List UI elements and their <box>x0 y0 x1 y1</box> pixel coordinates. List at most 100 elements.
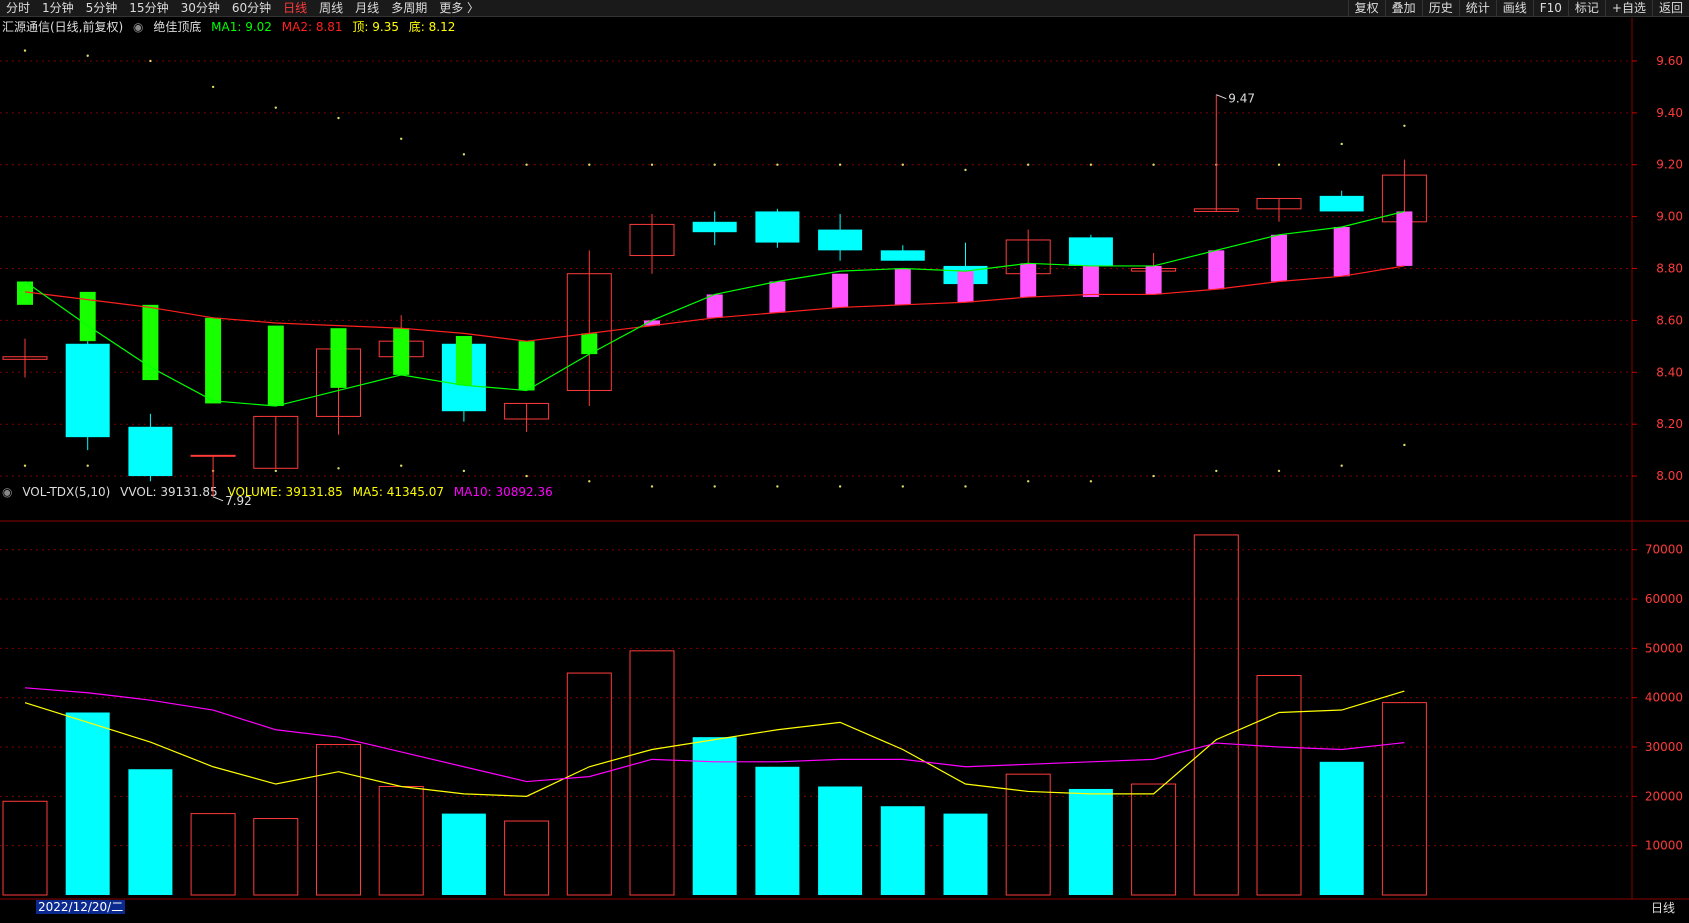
volume-bar-up <box>566 672 612 896</box>
price-tick-label: 8.20 <box>1656 417 1683 431</box>
bottom-dot <box>838 485 842 488</box>
candle-body-down <box>692 221 737 233</box>
price-tick-label: 9.00 <box>1656 210 1683 224</box>
price-tick-label: 9.60 <box>1656 54 1683 68</box>
candle-body-down <box>65 343 110 438</box>
top-dot <box>1152 163 1155 166</box>
bottom-dot <box>964 485 967 488</box>
indicator-bar <box>393 328 410 375</box>
volume-bar-up <box>1193 534 1239 896</box>
high-label: 9.47 <box>1228 92 1255 106</box>
volume-bar-up <box>253 818 299 896</box>
price-tick-label: 9.40 <box>1656 106 1683 120</box>
indicator-bar <box>142 304 159 381</box>
price-tick-label: 8.60 <box>1656 313 1683 327</box>
volume-bar-up <box>629 650 675 896</box>
bottom-dot <box>1277 469 1281 473</box>
volume-bar-down <box>128 769 173 895</box>
volume-tick-label: 40000 <box>1645 691 1683 705</box>
indicator-bar <box>205 317 222 404</box>
candle-body-down <box>880 250 925 261</box>
bottom-dot <box>1215 469 1218 473</box>
top-dot <box>1340 142 1343 146</box>
volume-bar-down <box>65 712 110 895</box>
bottom-dot <box>776 485 779 488</box>
candle-body-down <box>128 426 173 477</box>
top-dot <box>274 106 277 109</box>
bottom-dot <box>525 474 528 478</box>
indicator-bar <box>518 341 535 391</box>
indicator-bar <box>330 328 347 388</box>
candle-body-down <box>1319 195 1364 212</box>
indicator-bar <box>957 271 974 303</box>
price-tick-label: 8.80 <box>1656 262 1683 276</box>
bottom-dot <box>713 485 716 488</box>
volume-bar-down <box>880 806 925 895</box>
volume-bar-up <box>316 744 361 896</box>
volume-bar-down <box>441 813 486 895</box>
top-dot <box>588 163 591 166</box>
top-dot <box>86 54 89 57</box>
price-tick-label: 9.20 <box>1656 158 1683 172</box>
indicator-bar <box>769 281 786 313</box>
volume-bar-up <box>190 813 236 896</box>
candle-body-down <box>755 211 800 243</box>
bottom-dot <box>400 464 403 467</box>
bottom-dot <box>1340 464 1343 467</box>
bottom-dot <box>1403 443 1406 447</box>
top-dot <box>901 163 904 166</box>
period-indicator-button[interactable]: 日线 <box>1651 901 1675 915</box>
volume-tick-label: 60000 <box>1645 592 1683 606</box>
top-dot <box>838 163 842 166</box>
volume-bar-up <box>2 800 48 896</box>
bottom-dot <box>588 480 591 483</box>
bottom-dot <box>650 485 654 488</box>
high-pointer <box>1216 94 1227 100</box>
bottom-dot <box>337 467 340 470</box>
volume-tick-label: 30000 <box>1645 740 1683 754</box>
top-dot <box>337 116 340 120</box>
candle-body-up <box>190 454 236 457</box>
candle-body-down <box>1068 237 1113 266</box>
price-volume-chart[interactable]: 9.60 9.40 9.20 9.00 8.80 8.60 8.40 8.20 8.00 7000… <box>0 0 1689 923</box>
indicator-bar <box>832 273 849 308</box>
top-dot <box>1089 163 1093 166</box>
volume-bar-up <box>1256 675 1302 896</box>
volume-tick-label: 10000 <box>1645 839 1683 853</box>
volume-bar-up <box>378 785 424 896</box>
top-dot <box>211 85 215 89</box>
indicator-bar <box>1271 234 1287 282</box>
top-dot <box>400 137 403 140</box>
indicator-bar <box>1208 250 1225 290</box>
volume-tick-label: 20000 <box>1645 789 1683 803</box>
indicator-bar <box>1333 227 1350 277</box>
volume-bar-down <box>943 813 988 895</box>
cursor-date: 2022/12/20/二 <box>36 900 126 914</box>
price-tick-label: 8.00 <box>1656 469 1683 483</box>
top-dot <box>525 163 528 166</box>
indicator-bar <box>267 325 284 407</box>
bottom-dot <box>1152 474 1155 478</box>
low-pointer <box>212 496 224 502</box>
indicator-bar <box>1396 211 1413 266</box>
bottom-dot <box>86 464 89 467</box>
bottom-dot <box>1027 480 1030 483</box>
indicator-bar <box>706 294 723 318</box>
top-dot <box>776 163 779 166</box>
indicator-bar <box>1020 263 1037 298</box>
top-dot <box>713 163 716 166</box>
top-dot <box>964 168 967 172</box>
volume-bar-up <box>504 820 550 896</box>
top-dot <box>1403 124 1406 128</box>
top-dot <box>1027 163 1030 166</box>
bottom-dot <box>1089 480 1093 483</box>
volume-bar-down <box>755 766 800 895</box>
volume-bar-up <box>1381 702 1427 896</box>
bottom-dot <box>462 469 466 473</box>
top-dot <box>149 59 152 63</box>
volume-bar-down <box>1068 788 1113 895</box>
indicator-bar <box>894 268 911 305</box>
top-dot <box>1277 163 1281 166</box>
price-tick-label: 8.40 <box>1656 365 1683 379</box>
volume-tick-label: 50000 <box>1645 641 1683 655</box>
